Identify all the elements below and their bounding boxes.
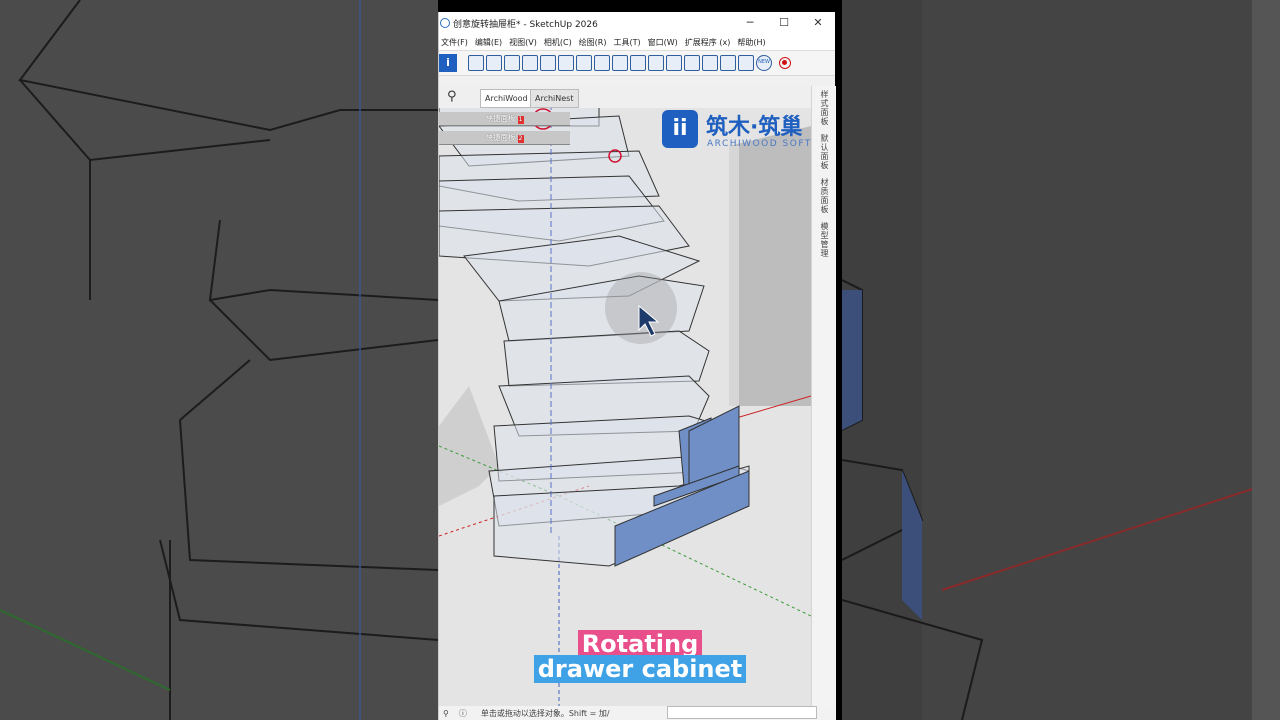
panel-search-row: ⚲ ArchiWood ArchiNest [439, 86, 811, 108]
tab-archinest[interactable]: ArchiNest [530, 89, 579, 108]
component-icon[interactable] [486, 55, 502, 71]
minimize-button[interactable]: ─ [733, 12, 767, 34]
tab-default-panel[interactable]: 默认面板 [818, 134, 830, 170]
list-icon[interactable] [738, 55, 754, 71]
blurred-background-right [842, 0, 1280, 720]
blurred-background-left [0, 0, 438, 720]
measurements-field[interactable] [667, 706, 817, 719]
frame-icon[interactable] [612, 55, 628, 71]
layout-icon[interactable] [666, 55, 682, 71]
toolbar: i NEW [439, 51, 835, 76]
right-tray: 样式面板 默认面板 材质面板 模型管理 [811, 86, 836, 720]
menu-camera[interactable]: 相机(C) [542, 37, 577, 48]
video-frame: 创意旋转抽屉柜* - SketchUp 2026 ─ ☐ ✕ 文件(F) 编辑(… [438, 0, 842, 720]
grid-icon[interactable] [684, 55, 700, 71]
geo-location-icon[interactable]: ⚲ [443, 709, 449, 718]
maximize-button[interactable]: ☐ [767, 12, 801, 34]
caption-text-2: drawer cabinet [533, 655, 747, 683]
quick-panel-1[interactable]: 快捷面板 1 [439, 112, 570, 126]
brand-english-name: ARCHIWOOD SOFT [707, 139, 811, 149]
menu-file[interactable]: 文件(F) [439, 37, 473, 48]
status-text: 单击或拖动以选择对象。Shift = 加/ [480, 708, 610, 718]
info-icon[interactable]: ⓘ [459, 708, 467, 719]
tab-model-manager[interactable]: 模型管理 [818, 222, 830, 258]
eye-icon[interactable] [702, 55, 718, 71]
quick-panel-number: 2 [517, 135, 524, 143]
menu-window[interactable]: 窗口(W) [646, 37, 683, 48]
title-bar: 创意旋转抽屉柜* - SketchUp 2026 ─ ☐ ✕ [439, 12, 835, 34]
archiwood-logo-icon[interactable]: i [439, 54, 457, 72]
close-button[interactable]: ✕ [801, 12, 835, 34]
measure-icon[interactable] [648, 55, 664, 71]
brand-chinese-name: 筑木·筑巢 [706, 115, 803, 140]
door-icon[interactable] [558, 55, 574, 71]
board-icon[interactable] [540, 55, 556, 71]
quick-panel-label: 快捷面板 [485, 114, 516, 123]
caption-line-2: drawer cabinet [438, 655, 842, 683]
panel-icon[interactable] [522, 55, 538, 71]
menu-draw[interactable]: 绘图(R) [577, 37, 612, 48]
menu-help[interactable]: 帮助(H) [735, 37, 770, 48]
menu-tools[interactable]: 工具(T) [612, 37, 646, 48]
status-bar: ⚲ ⓘ 单击或拖动以选择对象。Shift = 加/ [439, 706, 835, 720]
quick-panel-label: 快捷面板 [485, 133, 516, 142]
settings-icon[interactable] [468, 55, 484, 71]
drawer-cabinet-model [439, 86, 811, 720]
drawer-icon[interactable] [576, 55, 592, 71]
menu-bar: 文件(F) 编辑(E) 视图(V) 相机(C) 绘图(R) 工具(T) 窗口(W… [439, 34, 835, 51]
record-icon[interactable] [779, 57, 791, 69]
caption-text-1: Rotating [577, 630, 703, 658]
box-icon[interactable] [504, 55, 520, 71]
shelf-icon[interactable] [594, 55, 610, 71]
quick-panel-2[interactable]: 快捷面板 2 [439, 131, 570, 145]
hardware-icon[interactable] [630, 55, 646, 71]
new-badge-icon[interactable]: NEW [756, 55, 772, 71]
report-icon[interactable] [720, 55, 736, 71]
sketchup-window: 创意旋转抽屉柜* - SketchUp 2026 ─ ☐ ✕ 文件(F) 编辑(… [438, 12, 836, 720]
search-icon[interactable]: ⚲ [447, 89, 457, 104]
menu-edit[interactable]: 编辑(E) [473, 37, 507, 48]
menu-view[interactable]: 视图(V) [507, 37, 542, 48]
sketchup-app-icon [440, 18, 450, 28]
tab-materials-panel[interactable]: 材质面板 [818, 178, 830, 214]
quick-panel-number: 1 [517, 116, 524, 124]
caption-line-1: Rotating [438, 630, 842, 658]
menu-extensions[interactable]: 扩展程序 (x) [683, 37, 736, 48]
tab-styles-panel[interactable]: 样式面板 [818, 90, 830, 126]
blurred-model-left [0, 0, 438, 720]
blurred-model-right [842, 0, 1280, 720]
archiwood-brand-icon: ii [662, 110, 698, 148]
window-title: 创意旋转抽屉柜* - SketchUp 2026 [453, 19, 598, 30]
model-viewport[interactable]: ⚲ ArchiWood ArchiNest 快捷面板 1 快捷面板 2 ii 筑木·… [439, 86, 811, 720]
tab-archiwood[interactable]: ArchiWood [480, 89, 533, 108]
